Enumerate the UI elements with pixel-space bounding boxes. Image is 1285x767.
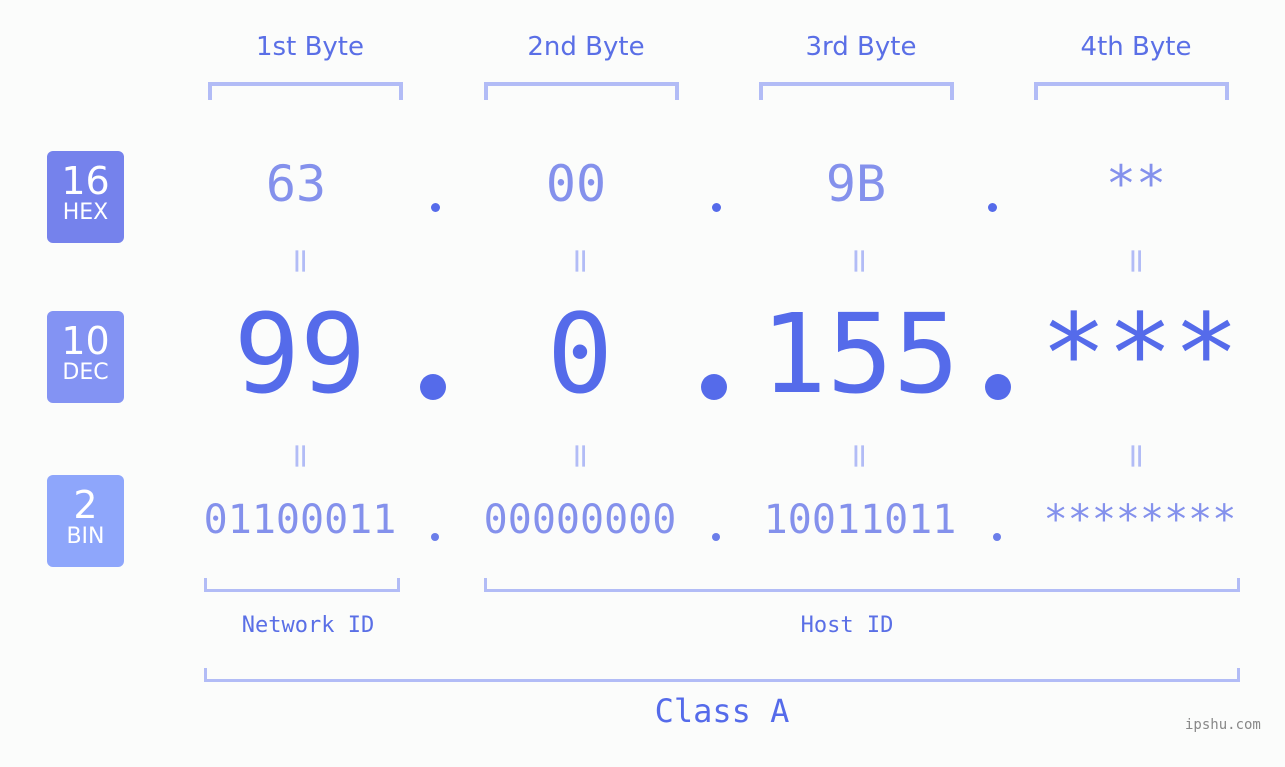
equals-hex-dec-4: =: [1116, 246, 1156, 276]
byte-bracket-2: [484, 82, 679, 100]
equals-dec-bin-4: =: [1116, 441, 1156, 471]
dec-separator-1: [420, 374, 446, 400]
host-id-bracket: [484, 578, 1240, 592]
hex-badge-label: HEX: [62, 200, 109, 225]
equals-dec-bin-2: =: [560, 441, 600, 471]
dec-badge: 10 DEC: [47, 311, 124, 403]
hex-separator-2: [712, 203, 721, 212]
equals-dec-bin-3: =: [839, 441, 879, 471]
bin-badge-base: 2: [73, 483, 98, 527]
byte-bracket-1: [208, 82, 403, 100]
bin-value-1: 01100011: [203, 497, 397, 543]
bin-badge: 2 BIN: [47, 475, 124, 567]
bin-separator-1: [431, 533, 439, 541]
byte-bracket-3: [759, 82, 954, 100]
hex-value-4: **: [1105, 155, 1167, 213]
watermark: ipshu.com: [1185, 717, 1261, 733]
equals-dec-bin-1: =: [280, 441, 320, 471]
hex-value-2: 00: [545, 155, 607, 213]
equals-hex-dec-2: =: [560, 246, 600, 276]
byte-bracket-4: [1034, 82, 1229, 100]
dec-value-4: ***: [1040, 290, 1240, 418]
hex-value-1: 63: [265, 155, 327, 213]
hex-separator-3: [988, 203, 997, 212]
byte-label-3: 3rd Byte: [805, 32, 917, 62]
hex-badge: 16 HEX: [47, 151, 124, 243]
network-id-bracket: [204, 578, 400, 592]
dec-separator-3: [985, 374, 1011, 400]
equals-hex-dec-1: =: [280, 246, 320, 276]
bin-value-4: ********: [1043, 497, 1237, 543]
hex-value-3: 9B: [825, 155, 887, 213]
host-id-label: Host ID: [800, 613, 894, 638]
dec-separator-2: [701, 374, 727, 400]
dec-value-2: 0: [546, 290, 614, 418]
byte-label-1: 1st Byte: [256, 32, 364, 62]
byte-label-4: 4th Byte: [1080, 32, 1192, 62]
dec-badge-label: DEC: [62, 360, 109, 385]
network-id-label: Network ID: [241, 613, 375, 638]
bin-badge-label: BIN: [66, 524, 105, 549]
bin-separator-2: [712, 533, 720, 541]
byte-label-2: 2nd Byte: [527, 32, 645, 62]
bin-value-3: 10011011: [763, 497, 957, 543]
hex-badge-base: 16: [61, 159, 110, 203]
class-label: Class A: [654, 692, 790, 730]
bin-separator-3: [993, 533, 1001, 541]
equals-hex-dec-3: =: [839, 246, 879, 276]
dec-value-3: 155: [760, 290, 960, 418]
hex-separator-1: [431, 203, 440, 212]
dec-badge-base: 10: [61, 319, 110, 363]
dec-value-1: 99: [233, 290, 367, 418]
class-bracket: [204, 668, 1240, 682]
bin-value-2: 00000000: [483, 497, 677, 543]
